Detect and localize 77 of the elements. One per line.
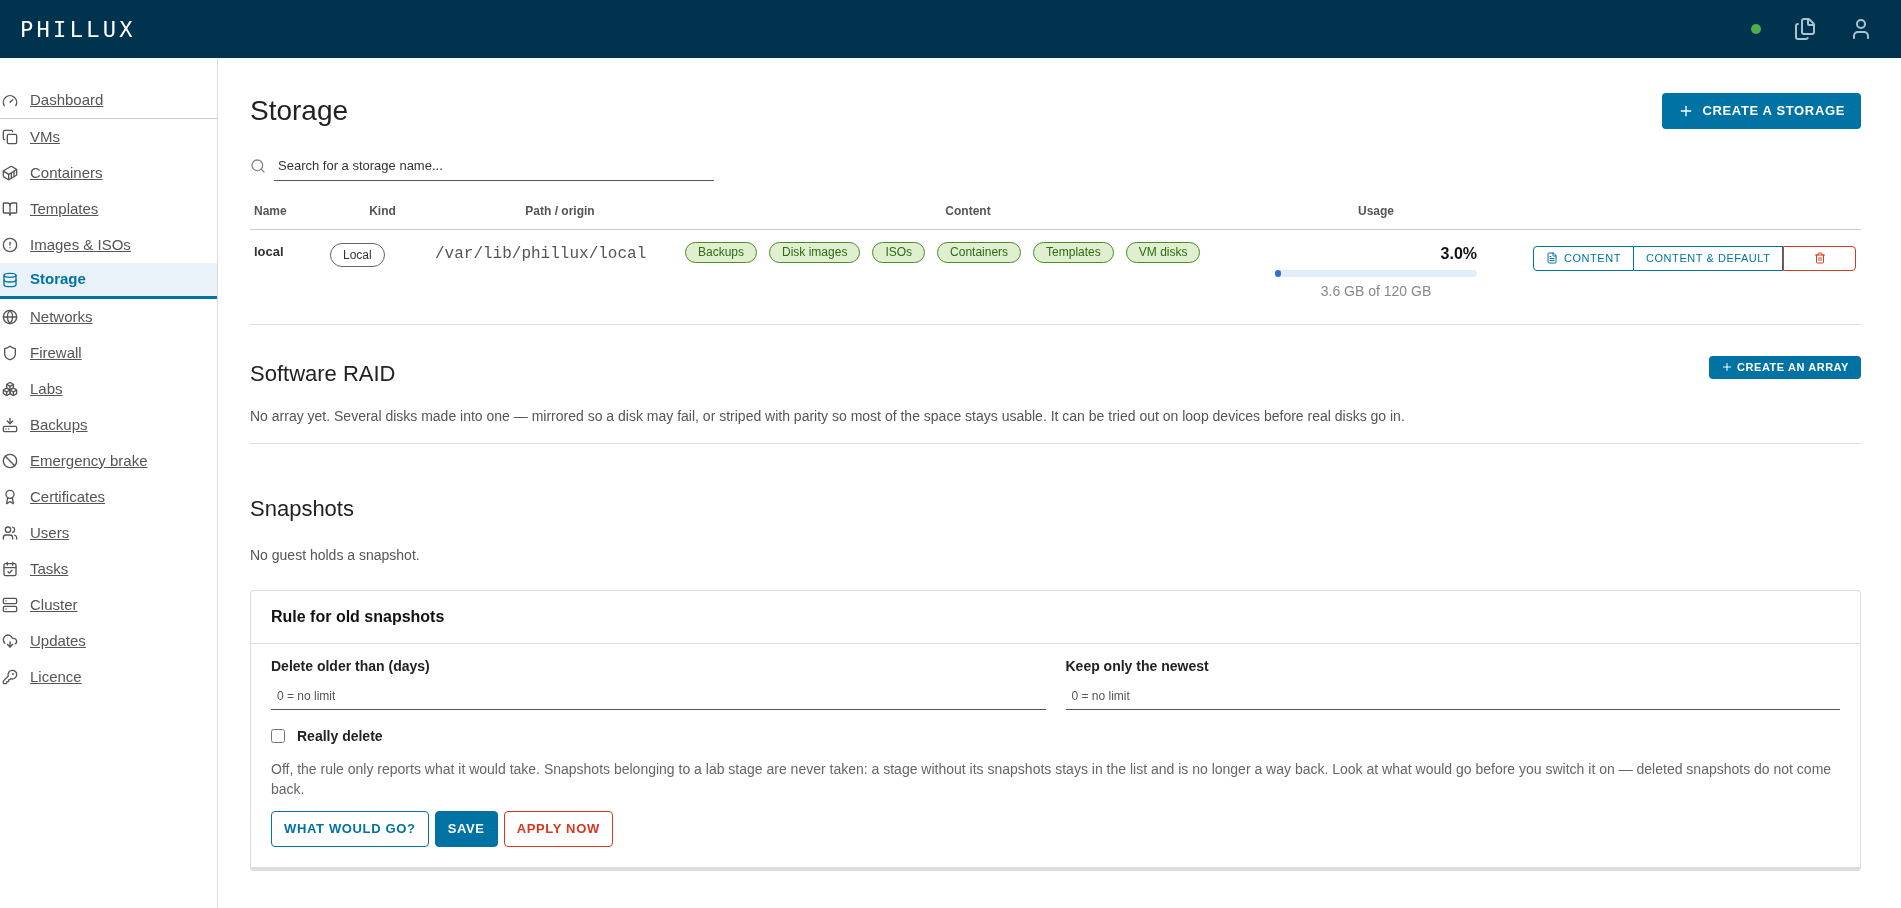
column-header: Usage xyxy=(1357,202,1395,220)
calendar-icon xyxy=(2,561,18,577)
globe-icon xyxy=(2,309,18,325)
content-tag: Backups xyxy=(685,241,758,263)
field-label: Keep only the newest xyxy=(1065,656,1210,676)
cloud-download-icon xyxy=(2,633,18,649)
checkbox[interactable] xyxy=(271,729,285,743)
sidebar-item[interactable]: Updates xyxy=(0,623,217,659)
shield-icon xyxy=(2,345,18,361)
drive-icon xyxy=(2,417,18,433)
logo: PHILLUX xyxy=(20,15,136,44)
copy-icon xyxy=(2,129,18,145)
usage-percent: 3.0% xyxy=(1439,243,1477,264)
storage-path: /var/lib/phillux/local xyxy=(435,243,648,265)
checkbox-label: Really delete xyxy=(297,726,383,746)
column-header: Content xyxy=(944,202,992,220)
search-field[interactable]: Search for a storage name... xyxy=(274,152,714,181)
action-button[interactable]: CONTENT & DEFAULT xyxy=(1634,245,1784,271)
input-field[interactable]: 0 = no limit xyxy=(1065,682,1840,710)
sidebar-item[interactable]: Labs xyxy=(0,371,217,407)
alert-icon xyxy=(2,237,18,253)
sidebar-item[interactable]: Firewall xyxy=(0,335,217,371)
certificate-icon xyxy=(2,489,18,505)
content-tag: Templates xyxy=(1033,241,1114,263)
delete-button[interactable] xyxy=(1783,245,1857,271)
action-button[interactable]: WHAT WOULD GO? xyxy=(271,810,429,847)
section-title: Software RAID xyxy=(250,359,396,388)
boxes-icon xyxy=(2,381,18,397)
column-header: Path / origin xyxy=(524,202,596,220)
content-tag: VM disks xyxy=(1125,241,1201,263)
plus-icon xyxy=(1721,361,1734,373)
content-tag: Disk images xyxy=(769,241,861,263)
key-icon xyxy=(2,669,18,685)
sidebar-item[interactable]: Backups xyxy=(0,407,217,443)
sidebar-item[interactable]: Tasks xyxy=(0,551,217,587)
column-header: Kind xyxy=(368,202,397,220)
sidebar-item[interactable]: Networks xyxy=(0,299,217,335)
field-label: Delete older than (days) xyxy=(271,656,431,676)
snapshots-text: No guest holds a snapshot. xyxy=(250,545,421,565)
create-array-button[interactable]: CREATE AN ARRAY xyxy=(1709,355,1861,379)
trash-icon xyxy=(1814,252,1826,264)
sidebar-item[interactable]: Templates xyxy=(0,191,217,227)
card-title: Rule for old snapshots xyxy=(271,606,445,627)
search-icon xyxy=(250,158,266,175)
database-icon xyxy=(2,271,18,288)
users-icon xyxy=(2,525,18,541)
sidebar-item[interactable]: Licence xyxy=(0,659,217,695)
container-icon xyxy=(2,165,18,181)
action-button[interactable]: CONTENT xyxy=(1533,245,1634,271)
input-field[interactable]: 0 = no limit xyxy=(271,682,1046,710)
section-title: Snapshots xyxy=(250,494,355,523)
create-storage-button[interactable]: CREATE A STORAGE xyxy=(1662,93,1861,129)
document-icon xyxy=(1546,252,1558,264)
sidebar-item[interactable]: Containers xyxy=(0,155,217,191)
column-header: Name xyxy=(253,202,288,220)
rule-note: Off, the rule only reports what it would take. Snapshots belonging to a lab stage are never taken: a stage without its snapshots stays in the list and is no longer a way back. Look at what would go before you switch it on — deleted snapshots do not come back. xyxy=(271,759,1833,799)
sidebar-item[interactable]: Certificates xyxy=(0,479,217,515)
sidebar-item[interactable]: Cluster xyxy=(0,587,217,623)
action-button[interactable]: SAVE xyxy=(434,810,498,847)
content-tag: ISOs xyxy=(872,241,926,263)
sidebar-item[interactable]: Images & ISOs xyxy=(0,227,217,263)
usage-text: 3.6 GB of 120 GB xyxy=(1319,281,1433,301)
ban-icon xyxy=(2,453,18,469)
sidebar-item[interactable]: Users xyxy=(0,515,217,551)
sidebar-item[interactable]: Dashboard xyxy=(0,83,217,119)
page-title: Storage xyxy=(250,94,349,128)
server-icon xyxy=(2,597,18,613)
storage-name: local xyxy=(253,242,285,261)
content-tag: Containers xyxy=(937,241,1022,263)
sidebar-item[interactable]: Storage xyxy=(0,263,217,299)
sidebar-item[interactable]: Emergency brake xyxy=(0,443,217,479)
gauge-icon xyxy=(2,92,18,109)
documents-icon[interactable] xyxy=(1793,17,1817,41)
action-button[interactable]: APPLY NOW xyxy=(503,810,613,847)
raid-description: No array yet. Several disks made into one — mirrored so a disk may fail, or striped with parity so most of the space stays usable. It can be tried out on loop devices before real disks go in. xyxy=(250,406,1406,426)
sidebar-item[interactable]: VMs xyxy=(0,119,217,155)
book-icon xyxy=(2,201,18,217)
